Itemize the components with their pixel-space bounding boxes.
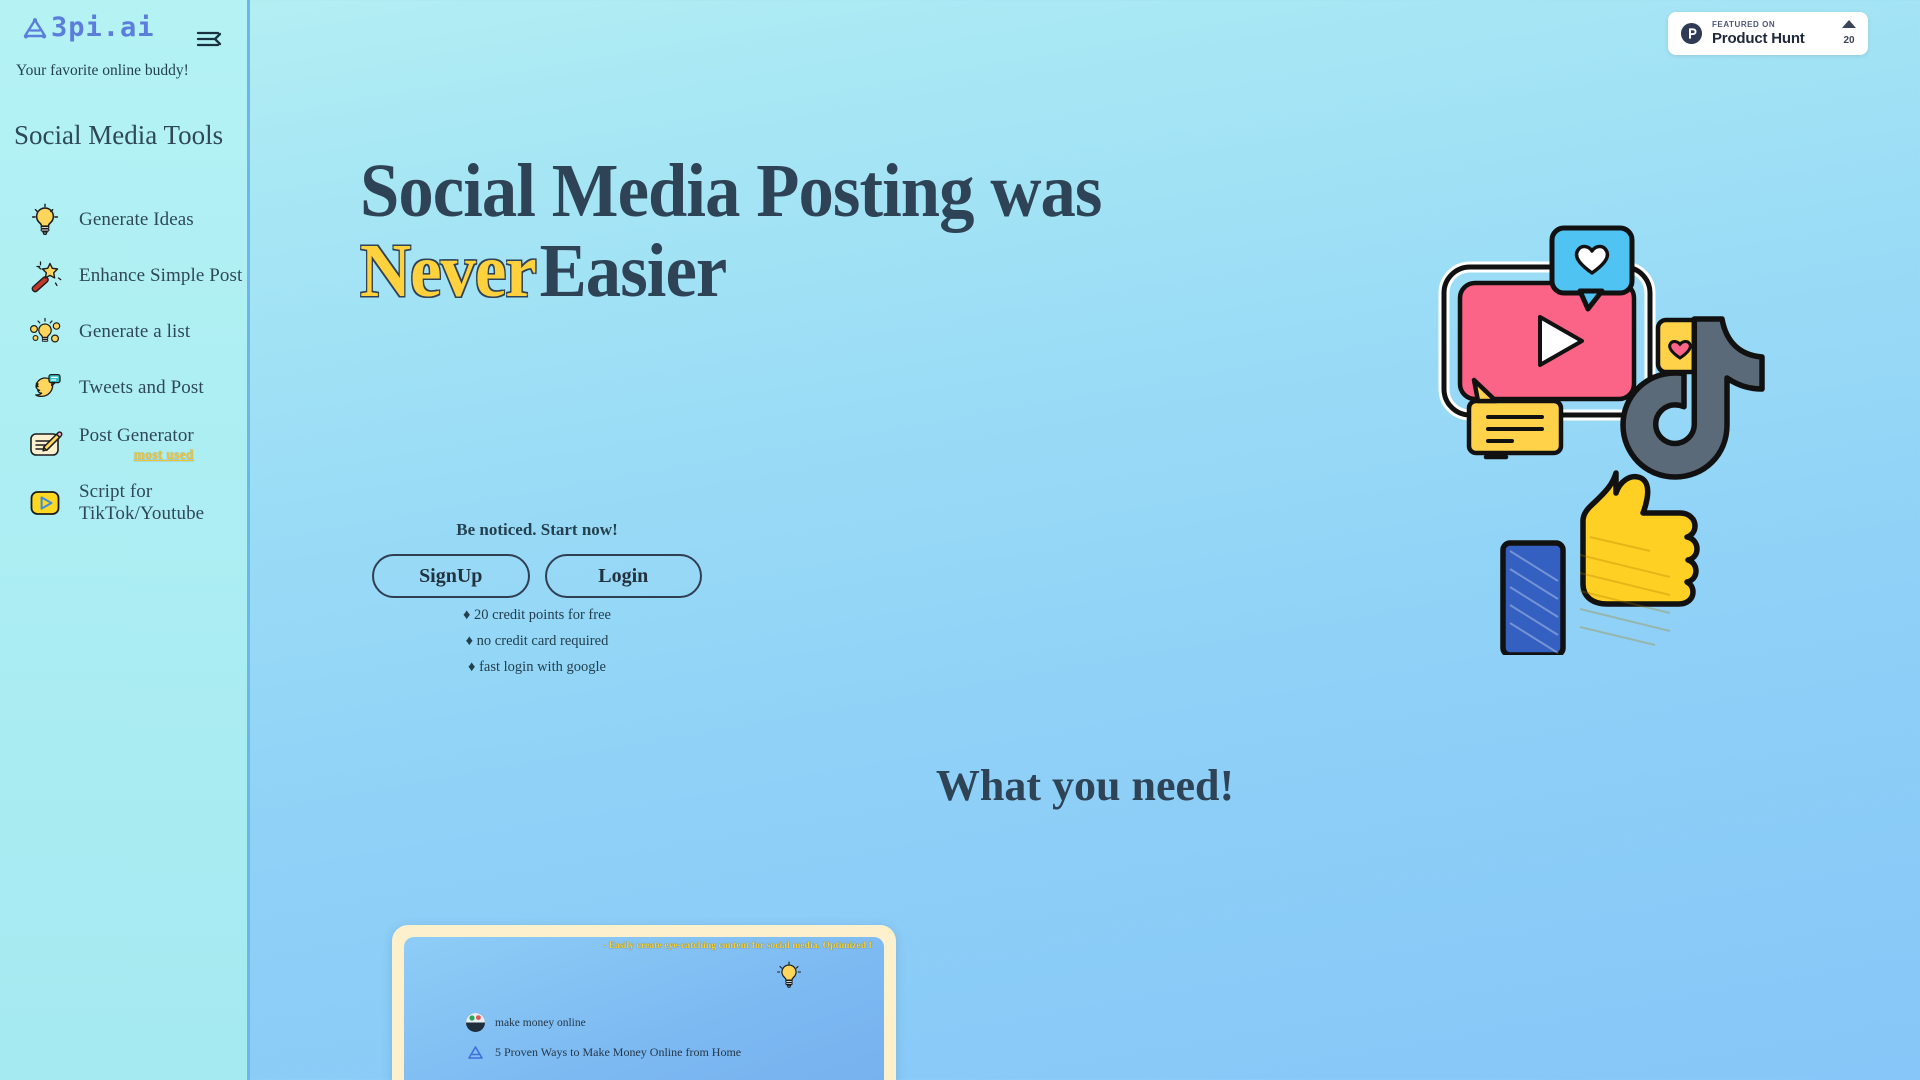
product-hunt-text: FEATURED ON Product Hunt: [1712, 20, 1833, 47]
cta-perk: ♦ 20 credit points for free: [463, 607, 611, 623]
product-hunt-badge[interactable]: FEATURED ON Product Hunt 20: [1668, 12, 1868, 55]
product-hunt-logo-icon: [1680, 22, 1703, 45]
list-item: 5 Proven Ways to Make Money Online from …: [466, 1043, 741, 1062]
triangle-logo-icon: [23, 17, 47, 38]
demo-card-inner: - Easily create eye-catching content for…: [404, 937, 884, 1080]
list-item-label: make money online: [495, 1016, 586, 1029]
cta-perk: ♦ no credit card required: [465, 633, 609, 649]
collapse-sidebar-icon[interactable]: [196, 28, 222, 50]
sidebar-item-generate-ideas[interactable]: Generate Ideas: [0, 192, 250, 248]
sparkle-bulb-icon: [26, 313, 64, 351]
sidebar-nav: Generate Ideas Enhance Simple Post Gener…: [0, 192, 250, 533]
tagline: Your favorite online buddy!: [16, 62, 189, 79]
product-hunt-name: Product Hunt: [1712, 30, 1805, 47]
magic-wand-icon: [26, 257, 64, 295]
most-used-badge: most used: [133, 447, 194, 463]
cta-button-group: SignUp Login: [372, 554, 702, 598]
hero-line-1: Social Media Posting was: [360, 149, 1102, 233]
sidebar-section-title: Social Media Tools: [14, 120, 224, 150]
avatar-icon: [466, 1013, 485, 1032]
list-item-label: 5 Proven Ways to Make Money Online from …: [495, 1045, 742, 1059]
sidebar-item-generate-a-list[interactable]: Generate a list: [0, 304, 250, 360]
triangle-logo-icon: [468, 1046, 483, 1059]
sidebar-item-label: Generate Ideas: [79, 209, 194, 231]
hero-line-2-rest: Easier: [539, 228, 728, 313]
lightbulb-icon: [776, 961, 802, 988]
cta-lead-text: Be noticed. Start now!: [456, 520, 618, 539]
app-logo[interactable]: 3pi.ai: [22, 14, 155, 41]
sidebar-item-script-for-tiktok-youtube[interactable]: Script for TikTok/Youtube: [0, 472, 250, 533]
bird-chat-icon: [26, 369, 64, 407]
sidebar-item-tweets-and-post[interactable]: Tweets and Post: [0, 360, 250, 416]
lightbulb-icon: [26, 201, 64, 239]
section-heading: What you need!: [935, 761, 1235, 810]
sidebar-item-label: Tweets and Post: [79, 377, 204, 399]
demo-banner-text: - Easily create eye-catching content for…: [602, 941, 872, 951]
list-item: make money online: [466, 1013, 586, 1032]
signup-button[interactable]: SignUp: [372, 554, 530, 598]
hero-highlight-word: Never: [360, 228, 537, 313]
sidebar-item-label: Post Generator: [79, 425, 194, 446]
play-button-icon: [26, 484, 64, 522]
demo-card[interactable]: - Easily create eye-catching content for…: [392, 925, 896, 1080]
sidebar: 3pi.ai Your favorite online buddy! Socia…: [0, 0, 250, 1080]
upvote-triangle-icon: [1842, 20, 1856, 28]
logo-text: 3pi.ai: [51, 12, 155, 43]
featured-on-label: FEATURED ON: [1712, 20, 1776, 29]
social-media-collage-illustration: [1438, 225, 1765, 655]
sidebar-item-label: Enhance Simple Post: [79, 265, 243, 287]
product-hunt-upvote[interactable]: 20: [1842, 20, 1856, 47]
sidebar-item-enhance-simple-post[interactable]: Enhance Simple Post: [0, 248, 250, 304]
cta-block: Be noticed. Start now! SignUp Login ♦ 20…: [372, 520, 702, 676]
sidebar-item-label: Generate a list: [79, 321, 191, 343]
login-button[interactable]: Login: [544, 554, 702, 598]
page-title: Social Media Posting was NeverEasier: [360, 149, 1374, 313]
upvote-count: 20: [1843, 35, 1855, 46]
notepad-pencil-icon: [26, 425, 64, 463]
cta-perk: ♦ fast login with google: [468, 659, 606, 675]
sidebar-item-post-generator[interactable]: Post Generator most used: [0, 416, 250, 472]
sidebar-item-label: Script for TikTok/Youtube: [79, 481, 205, 524]
